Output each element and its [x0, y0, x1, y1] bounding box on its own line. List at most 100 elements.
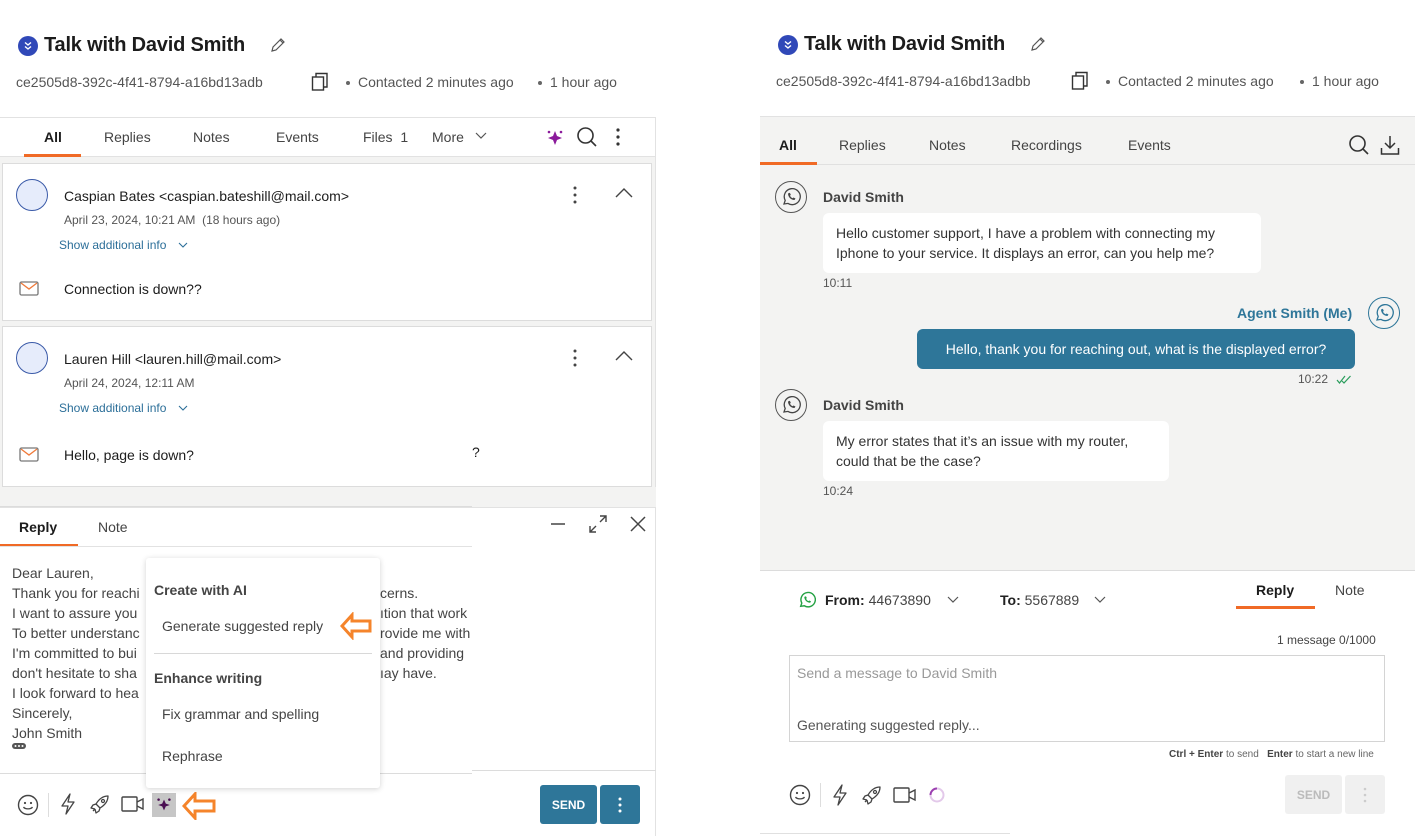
- expand-icon[interactable]: [588, 514, 608, 534]
- tab-events[interactable]: Events: [1128, 137, 1171, 153]
- menu-item-rephrase[interactable]: Rephrase: [162, 748, 223, 764]
- reply-line: ıtion that work: [380, 605, 468, 621]
- message-sender: Agent Smith (Me): [1237, 305, 1353, 321]
- send-button[interactable]: SEND: [540, 785, 597, 824]
- reply-line: don't hesitate to sha: [12, 665, 137, 681]
- email-sender: Lauren Hill <lauren.hill@mail.com>: [64, 351, 282, 367]
- active-tab-indicator: [1236, 606, 1315, 609]
- minimize-icon[interactable]: [550, 522, 566, 526]
- collapse-chevron-up-icon[interactable]: [614, 350, 634, 362]
- send-options-button[interactable]: [600, 785, 640, 824]
- reply-line: I look forward to hea: [12, 685, 139, 701]
- composer-tab-note[interactable]: Note: [1335, 582, 1365, 598]
- download-icon[interactable]: [1380, 134, 1400, 156]
- tab-notes[interactable]: Notes: [193, 129, 230, 145]
- tab-events[interactable]: Events: [276, 129, 319, 145]
- copy-icon[interactable]: [311, 72, 329, 92]
- message-time: 10:22: [1298, 372, 1329, 386]
- reply-line: Sincerely,: [12, 705, 73, 721]
- priority-icon[interactable]: [778, 35, 798, 55]
- quick-reply-lightning-icon[interactable]: [831, 784, 849, 806]
- emoji-icon[interactable]: [17, 794, 39, 816]
- contacted-time: Contacted 2 minutes ago: [358, 74, 514, 90]
- reply-line: Dear Lauren,: [12, 565, 94, 581]
- search-icon[interactable]: [576, 126, 598, 148]
- search-icon[interactable]: [1348, 134, 1370, 156]
- message-time: 10:11: [823, 276, 853, 290]
- email-overflow-text: ?: [472, 444, 480, 460]
- tab-notes[interactable]: Notes: [929, 137, 966, 153]
- message-input-placeholder: Send a message to David Smith: [797, 665, 997, 681]
- page-title: Talk with David Smith: [804, 33, 1006, 55]
- tab-all[interactable]: All: [44, 129, 62, 145]
- rocket-icon[interactable]: [861, 784, 883, 806]
- send-options-button-disabled[interactable]: [1345, 775, 1385, 814]
- menu-divider: [154, 653, 372, 654]
- tab-more[interactable]: More: [432, 129, 464, 145]
- divider: [820, 783, 821, 807]
- more-options-icon: [618, 797, 622, 812]
- email-menu-icon[interactable]: [571, 348, 579, 368]
- collapse-chevron-up-icon[interactable]: [614, 187, 634, 199]
- menu-item-fix-grammar[interactable]: Fix grammar and spelling: [162, 706, 319, 722]
- emoji-icon[interactable]: [789, 784, 811, 806]
- from-value: 44673890: [868, 592, 931, 608]
- age: 1 hour ago: [1312, 73, 1379, 89]
- tab-replies[interactable]: Replies: [104, 129, 151, 145]
- email-menu-icon[interactable]: [571, 185, 579, 205]
- rocket-icon[interactable]: [89, 793, 111, 815]
- reply-line: I'm committed to bui: [12, 645, 137, 661]
- from-selector[interactable]: From: 44673890: [825, 592, 931, 608]
- show-info-label: Show additional info: [59, 401, 167, 415]
- send-button-disabled[interactable]: SEND: [1285, 775, 1342, 814]
- email-sender: Caspian Bates <caspian.bateshill@mail.co…: [64, 188, 350, 204]
- divider: [760, 833, 1010, 834]
- menu-item-generate-suggested-reply[interactable]: Generate suggested reply: [162, 618, 323, 634]
- timeline-background: [0, 487, 472, 507]
- reply-text-area[interactable]: Dear Lauren, Thank you for reachi I want…: [12, 563, 140, 743]
- active-tab-indicator: [760, 162, 817, 165]
- orange-arrow-annotation-icon: [182, 792, 216, 820]
- ai-sparkle-button[interactable]: [152, 793, 176, 817]
- ai-sparkle-icon[interactable]: [545, 128, 565, 148]
- to-selector[interactable]: To: 5567889: [1000, 592, 1079, 608]
- to-value: 5567889: [1024, 592, 1080, 608]
- show-additional-info-link[interactable]: Show additional info: [59, 401, 166, 415]
- contacted-time: Contacted 2 minutes ago: [1118, 73, 1274, 89]
- email-body: Connection is down??: [64, 281, 202, 297]
- message-bubble: Hello customer support, I have a problem…: [823, 213, 1261, 273]
- video-icon[interactable]: [893, 786, 917, 804]
- email-date: April 23, 2024, 10:21 AM (18 hours ago): [64, 213, 281, 227]
- keyboard-hint: Ctrl + Enter to send Enter to start a ne…: [1169, 749, 1374, 760]
- age: 1 hour ago: [550, 74, 617, 90]
- reply-line: To better understanc: [12, 625, 140, 641]
- reply-line: I want to assure you: [12, 605, 138, 621]
- message-text: Hello, thank you for reaching out, what …: [945, 341, 1327, 357]
- chevron-down-icon[interactable]: [1094, 596, 1106, 604]
- hint-text: to start a new line: [1292, 749, 1374, 760]
- tab-recordings[interactable]: Recordings: [1011, 137, 1082, 153]
- whatsapp-avatar-icon: [775, 181, 807, 213]
- composer-tab-reply[interactable]: Reply: [19, 519, 57, 535]
- priority-icon[interactable]: [18, 36, 38, 56]
- message-sender: David Smith: [823, 397, 904, 413]
- edit-pencil-icon[interactable]: [1029, 35, 1047, 53]
- email-date: April 24, 2024, 12:11 AM: [64, 376, 195, 390]
- composer-tab-note[interactable]: Note: [98, 519, 128, 535]
- tab-files[interactable]: Files 1: [363, 129, 408, 145]
- chevron-down-icon: [178, 242, 188, 249]
- copy-icon[interactable]: [1071, 71, 1089, 91]
- message-text: could that be the case?: [836, 453, 981, 469]
- tab-all[interactable]: All: [779, 137, 797, 153]
- more-content-icon[interactable]: [12, 743, 26, 749]
- orange-arrow-annotation-icon: [340, 612, 372, 640]
- quick-reply-lightning-icon[interactable]: [59, 793, 77, 815]
- show-additional-info-link[interactable]: Show additional info: [59, 238, 166, 252]
- more-options-icon[interactable]: [614, 127, 622, 147]
- tab-replies[interactable]: Replies: [839, 137, 886, 153]
- close-icon[interactable]: [629, 515, 647, 533]
- chevron-down-icon[interactable]: [947, 596, 959, 604]
- edit-pencil-icon[interactable]: [269, 36, 287, 54]
- composer-tab-reply[interactable]: Reply: [1256, 582, 1294, 598]
- video-icon[interactable]: [121, 795, 145, 813]
